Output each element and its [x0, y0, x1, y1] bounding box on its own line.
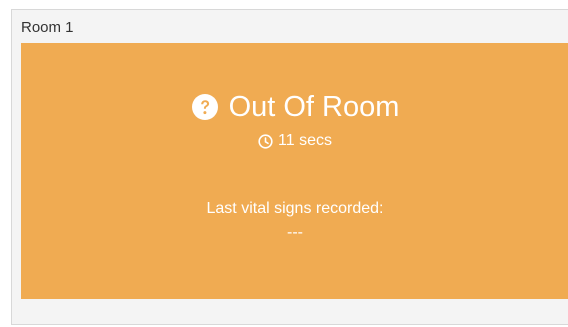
- elapsed-time: 11 secs: [278, 132, 332, 149]
- status-row: Out Of Room: [21, 91, 568, 123]
- question-circle-icon: [191, 93, 219, 121]
- vitals-label: Last vital signs recorded:: [206, 200, 384, 217]
- elapsed-time-row: 11 secs: [21, 132, 568, 150]
- room-title: Room 1: [21, 19, 74, 36]
- clock-icon: [258, 133, 273, 149]
- room-status-panel[interactable]: Out Of Room 11 secs Last vital signs rec…: [21, 43, 568, 299]
- vitals-value: ---: [287, 224, 303, 241]
- room-card: Room 1 Out Of Room 11 secs Last vital si…: [11, 9, 568, 325]
- status-label: Out Of Room: [228, 91, 400, 123]
